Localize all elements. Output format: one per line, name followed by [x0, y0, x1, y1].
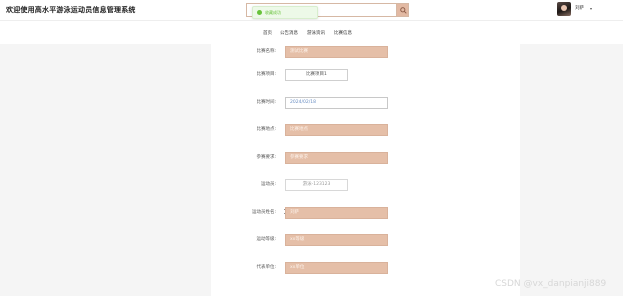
representing-unit-field[interactable]: xx单位 [285, 262, 388, 274]
nav-item-home[interactable]: 首页 [263, 30, 272, 36]
field-label: 运动等级: [256, 237, 276, 242]
search-button[interactable] [396, 3, 409, 17]
top-bar: 欢迎使用高水平游泳运动员信息管理系统 收藏成功 刘萨 ▾ [0, 0, 623, 20]
form-row-representing-unit: 代表单位: xx单位 [211, 262, 520, 274]
site-title: 欢迎使用高水平游泳运动员信息管理系统 [6, 6, 136, 14]
check-circle-icon [257, 10, 262, 15]
field-label: 比赛项目: [256, 72, 276, 77]
athlete-field[interactable]: 游泳-123123 [285, 179, 348, 191]
field-label: 运动员: [260, 182, 276, 187]
nav-item-notices[interactable]: 公告消息 [280, 30, 298, 36]
field-label: 参赛要求: [256, 155, 276, 160]
avatar[interactable] [557, 2, 571, 16]
field-label: 比赛地点: [256, 127, 276, 132]
watermark: CSDN @vx_danpianji889 [495, 279, 607, 289]
form-row-athlete-name: 运动员姓名: Ɪ 刘萨 [211, 207, 520, 219]
requirements-field[interactable]: 参赛要求 [285, 152, 388, 164]
form-row-competition-event: 比赛项目: 比赛项目1 [211, 69, 520, 81]
field-label: 比赛时间: [256, 100, 276, 105]
athlete-level-field[interactable]: xx等级 [285, 234, 388, 246]
form-row-competition-name: 比赛名称: 测试比赛 [211, 46, 520, 58]
search-icon [400, 7, 407, 14]
form-row-athlete-level: 运动等级: xx等级 [211, 234, 520, 246]
nav-item-swim-news[interactable]: 游泳资讯 [307, 30, 325, 36]
competition-location-field[interactable]: 比赛地点 [285, 124, 388, 136]
avatar-face [561, 5, 567, 11]
competition-detail-form: 比赛名称: 测试比赛 比赛项目: 比赛项目1 比赛时间: 2024/02/18 … [211, 44, 520, 296]
field-label: 运动员姓名: [251, 210, 276, 215]
success-toast: 收藏成功 [252, 6, 318, 19]
field-label: 代表单位: [256, 265, 276, 270]
form-row-competition-location: 比赛地点: 比赛地点 [211, 124, 520, 136]
athlete-name-field[interactable]: 刘萨 [285, 207, 388, 219]
competition-name-field[interactable]: 测试比赛 [285, 46, 388, 58]
username[interactable]: 刘萨 [575, 5, 584, 11]
competition-time-field[interactable]: 2024/02/18 [285, 97, 388, 109]
form-row-athlete: 运动员: 游泳-123123 [211, 179, 520, 191]
competition-event-field[interactable]: 比赛项目1 [285, 69, 348, 81]
main-nav: 首页 公告消息 游泳资讯 比赛信息 [0, 20, 623, 44]
field-label: 比赛名称: [256, 49, 276, 54]
nav-item-competitions[interactable]: 比赛信息 [334, 30, 352, 36]
toast-message: 收藏成功 [265, 10, 281, 15]
form-row-requirements: 参赛要求: 参赛要求 [211, 152, 520, 164]
chevron-down-icon[interactable]: ▾ [590, 6, 592, 11]
form-row-competition-time: 比赛时间: 2024/02/18 [211, 97, 520, 109]
